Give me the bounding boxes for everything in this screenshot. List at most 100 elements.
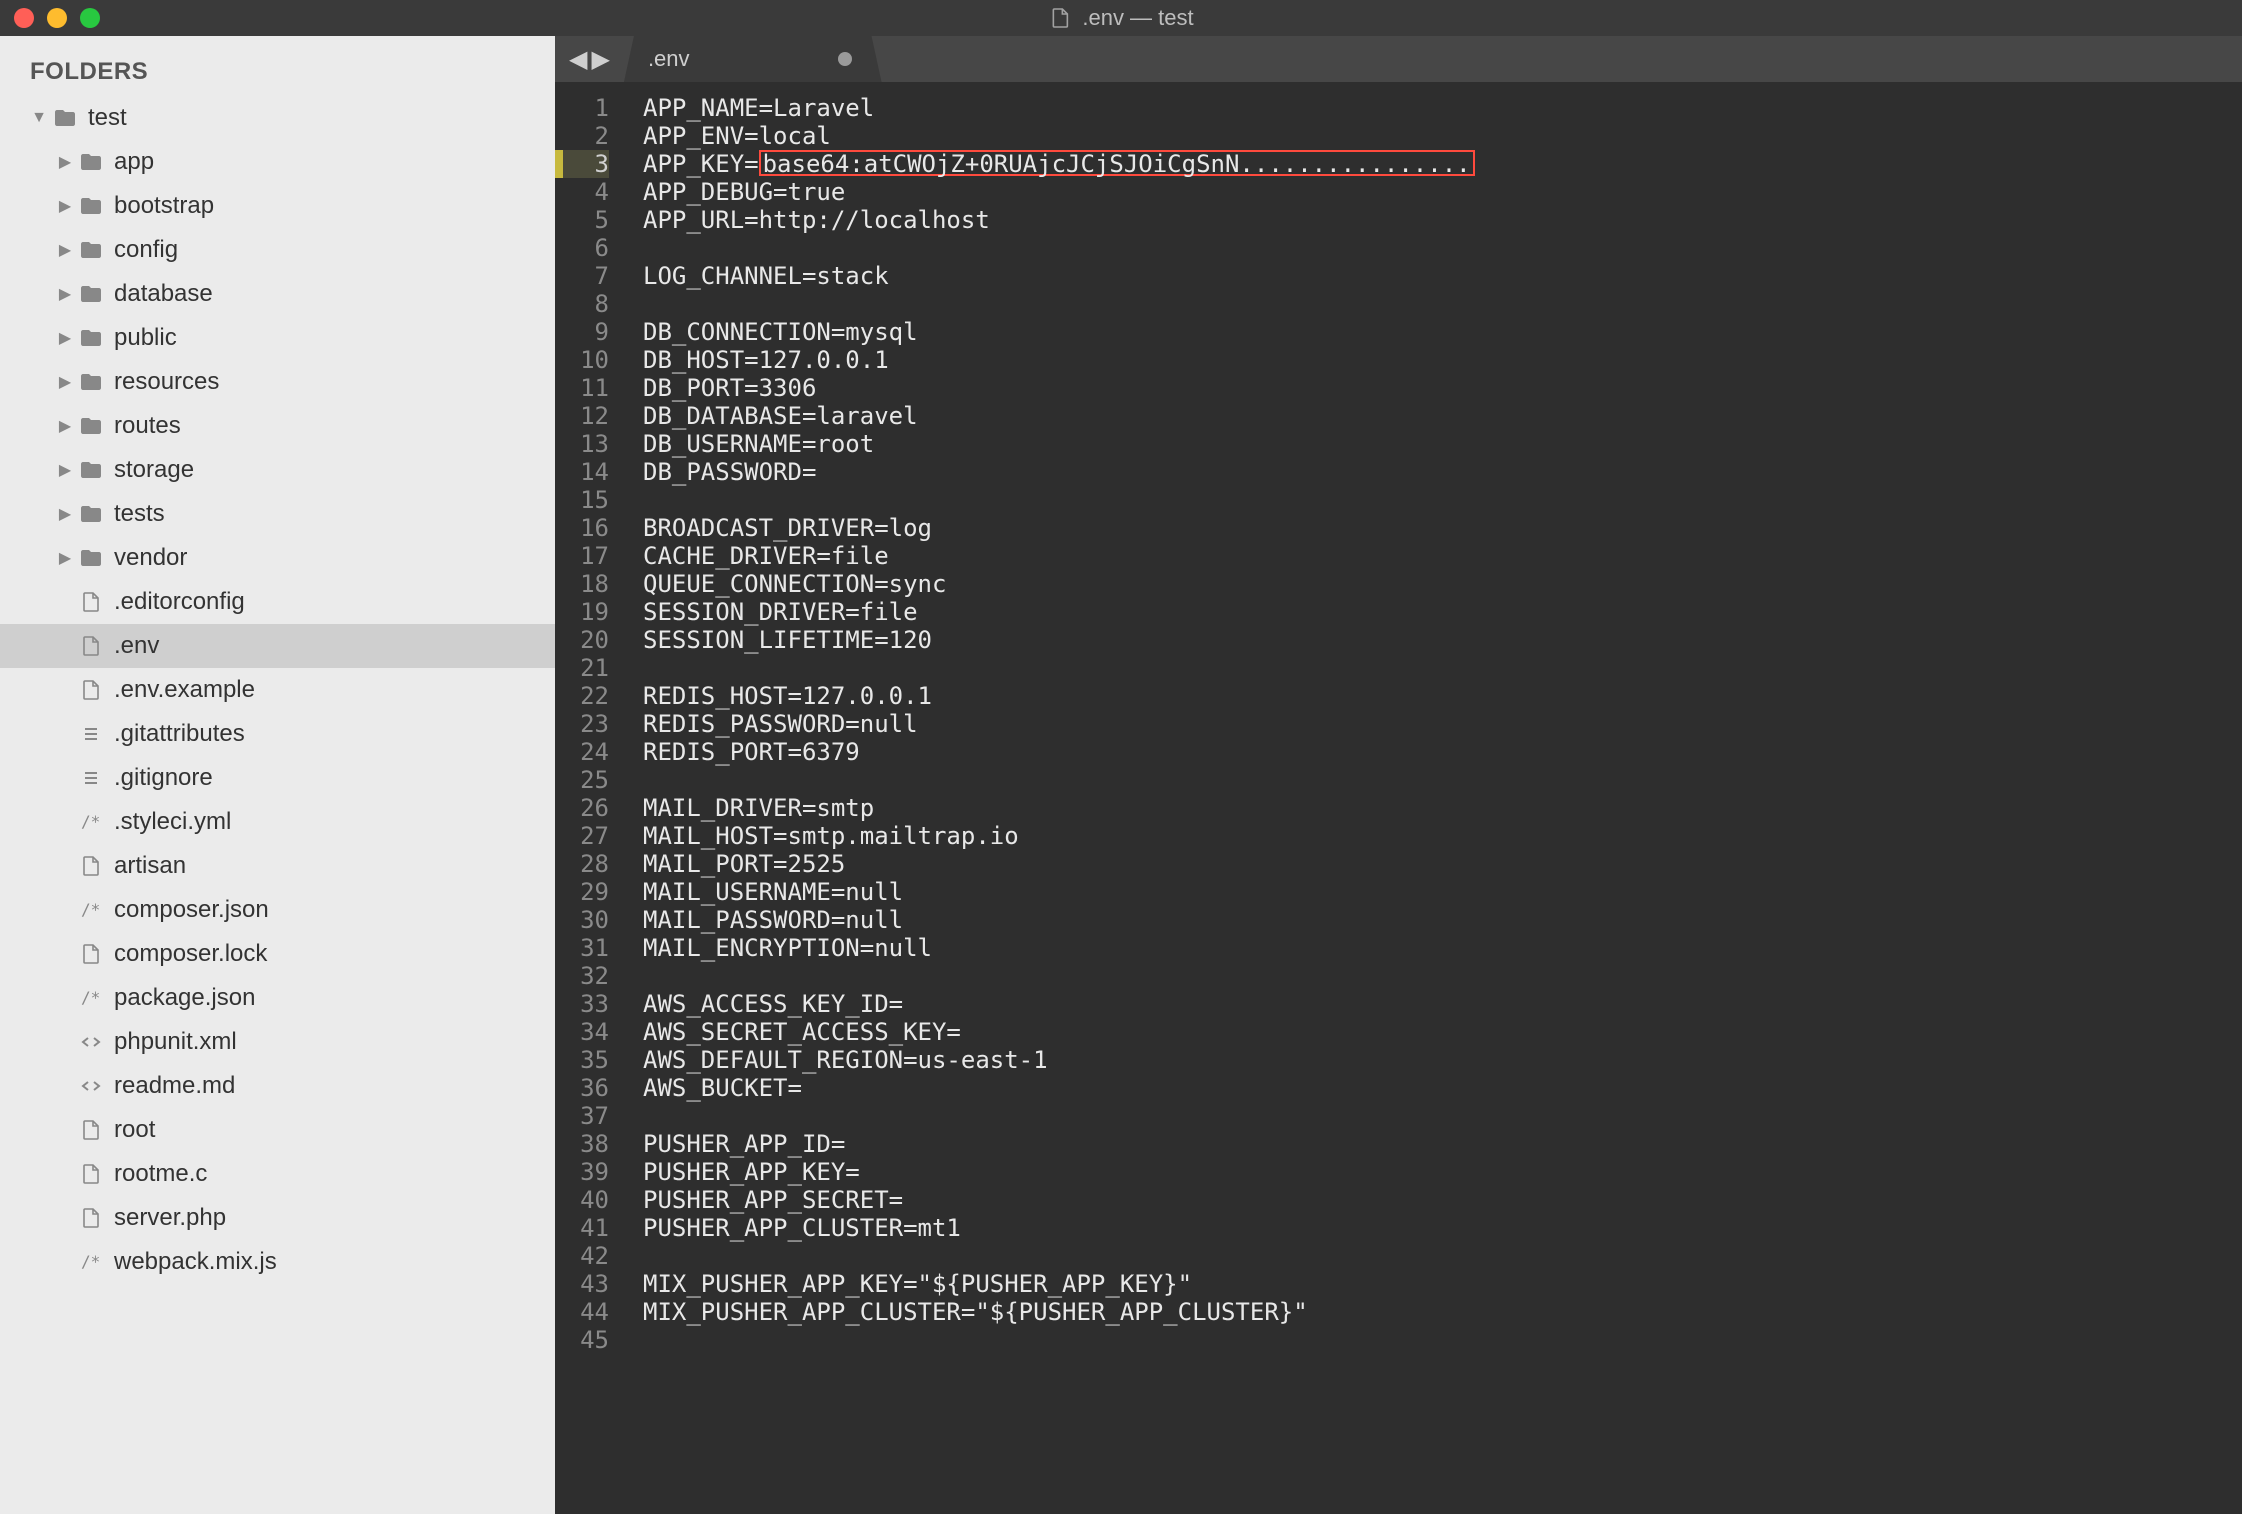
code-line[interactable]: MAIL_PORT=2525: [643, 850, 2242, 878]
code-line[interactable]: [643, 234, 2242, 262]
code-line[interactable]: DB_HOST=127.0.0.1: [643, 346, 2242, 374]
code-line[interactable]: DB_DATABASE=laravel: [643, 402, 2242, 430]
file-item--styleci-yml[interactable]: .styleci.yml: [0, 800, 555, 844]
window-minimize-button[interactable]: [47, 8, 67, 28]
code-line[interactable]: QUEUE_CONNECTION=sync: [643, 570, 2242, 598]
code-line[interactable]: [643, 1326, 2242, 1354]
titlebar: .env — test: [0, 0, 2242, 36]
code-line[interactable]: BROADCAST_DRIVER=log: [643, 514, 2242, 542]
folder-item-bootstrap[interactable]: ▶bootstrap: [0, 184, 555, 228]
code-line[interactable]: REDIS_PORT=6379: [643, 738, 2242, 766]
file-icon: [78, 590, 104, 614]
file-item-artisan[interactable]: artisan: [0, 844, 555, 888]
window-maximize-button[interactable]: [80, 8, 100, 28]
code-line[interactable]: MIX_PUSHER_APP_CLUSTER="${PUSHER_APP_CLU…: [643, 1298, 2242, 1326]
code-line[interactable]: MAIL_ENCRYPTION=null: [643, 934, 2242, 962]
folder-item-config[interactable]: ▶config: [0, 228, 555, 272]
line-number: 9: [563, 318, 609, 346]
chevron-right-icon: ▶: [56, 416, 74, 436]
file-item--gitattributes[interactable]: .gitattributes: [0, 712, 555, 756]
code-line[interactable]: APP_DEBUG=true: [643, 178, 2242, 206]
line-number: 10: [563, 346, 609, 374]
code-line[interactable]: [643, 766, 2242, 794]
code-line[interactable]: SESSION_LIFETIME=120: [643, 626, 2242, 654]
code-line[interactable]: CACHE_DRIVER=file: [643, 542, 2242, 570]
folder-item-resources[interactable]: ▶resources: [0, 360, 555, 404]
file-item-root[interactable]: root: [0, 1108, 555, 1152]
file-item-composer-json[interactable]: composer.json: [0, 888, 555, 932]
tree-item-label: .editorconfig: [114, 588, 245, 616]
code-line[interactable]: DB_PASSWORD=: [643, 458, 2242, 486]
code-line[interactable]: AWS_DEFAULT_REGION=us-east-1: [643, 1046, 2242, 1074]
line-number: 20: [563, 626, 609, 654]
code-line[interactable]: DB_CONNECTION=mysql: [643, 318, 2242, 346]
code-line[interactable]: [643, 962, 2242, 990]
code-area[interactable]: APP_NAME=LaravelAPP_ENV=localAPP_KEY=bas…: [621, 82, 2242, 1514]
code-line[interactable]: MIX_PUSHER_APP_KEY="${PUSHER_APP_KEY}": [643, 1270, 2242, 1298]
file-item--gitignore[interactable]: .gitignore: [0, 756, 555, 800]
code-icon: [78, 1030, 104, 1054]
code-line[interactable]: AWS_ACCESS_KEY_ID=: [643, 990, 2242, 1018]
folder-item-app[interactable]: ▶app: [0, 140, 555, 184]
file-item-composer-lock[interactable]: composer.lock: [0, 932, 555, 976]
code-line[interactable]: MAIL_PASSWORD=null: [643, 906, 2242, 934]
code-line[interactable]: MAIL_HOST=smtp.mailtrap.io: [643, 822, 2242, 850]
file-item--env[interactable]: .env: [0, 624, 555, 668]
code-line[interactable]: APP_KEY=base64:atCWOjZ+0RUAjcJCjSJOiCgSn…: [643, 150, 2242, 178]
code-line[interactable]: MAIL_USERNAME=null: [643, 878, 2242, 906]
code-line[interactable]: AWS_BUCKET=: [643, 1074, 2242, 1102]
file-item-readme-md[interactable]: readme.md: [0, 1064, 555, 1108]
line-number: 35: [563, 1046, 609, 1074]
folder-icon: [78, 194, 104, 218]
tree-item-label: webpack.mix.js: [114, 1248, 277, 1276]
line-number: 5: [563, 206, 609, 234]
folder-item-database[interactable]: ▶database: [0, 272, 555, 316]
chevron-right-icon: ▶: [56, 460, 74, 480]
code-line[interactable]: PUSHER_APP_ID=: [643, 1130, 2242, 1158]
code-line[interactable]: APP_NAME=Laravel: [643, 94, 2242, 122]
code-line[interactable]: APP_URL=http://localhost: [643, 206, 2242, 234]
folder-item-vendor[interactable]: ▶vendor: [0, 536, 555, 580]
file-item-package-json[interactable]: package.json: [0, 976, 555, 1020]
code-line[interactable]: [643, 290, 2242, 318]
file-item-webpack-mix-js[interactable]: webpack.mix.js: [0, 1240, 555, 1284]
folder-item-routes[interactable]: ▶routes: [0, 404, 555, 448]
tree-item-label: public: [114, 324, 177, 352]
folder-icon: [78, 370, 104, 394]
code-line[interactable]: MAIL_DRIVER=smtp: [643, 794, 2242, 822]
folder-item-tests[interactable]: ▶tests: [0, 492, 555, 536]
code-line[interactable]: SESSION_DRIVER=file: [643, 598, 2242, 626]
code-line[interactable]: [643, 654, 2242, 682]
code-line[interactable]: [643, 1102, 2242, 1130]
folder-item-storage[interactable]: ▶storage: [0, 448, 555, 492]
nav-next-icon[interactable]: ▶: [591, 45, 609, 74]
file-icon: [78, 942, 104, 966]
line-number: 37: [563, 1102, 609, 1130]
folder-item-public[interactable]: ▶public: [0, 316, 555, 360]
tabbar: ◀ ▶ .env: [555, 36, 2242, 82]
code-line[interactable]: AWS_SECRET_ACCESS_KEY=: [643, 1018, 2242, 1046]
code-line[interactable]: PUSHER_APP_SECRET=: [643, 1186, 2242, 1214]
nav-prev-icon[interactable]: ◀: [569, 45, 587, 74]
file-item--env-example[interactable]: .env.example: [0, 668, 555, 712]
folder-item-test[interactable]: ▼test: [0, 96, 555, 140]
line-number: 1: [563, 94, 609, 122]
code-line[interactable]: DB_PORT=3306: [643, 374, 2242, 402]
comment-icon: [78, 810, 104, 834]
code-line[interactable]: [643, 486, 2242, 514]
code-line[interactable]: PUSHER_APP_CLUSTER=mt1: [643, 1214, 2242, 1242]
code-line[interactable]: APP_ENV=local: [643, 122, 2242, 150]
file-item--editorconfig[interactable]: .editorconfig: [0, 580, 555, 624]
file-item-phpunit-xml[interactable]: phpunit.xml: [0, 1020, 555, 1064]
editor-body[interactable]: 1234567891011121314151617181920212223242…: [555, 82, 2242, 1514]
window-close-button[interactable]: [14, 8, 34, 28]
file-item-rootme-c[interactable]: rootme.c: [0, 1152, 555, 1196]
code-line[interactable]: [643, 1242, 2242, 1270]
tab-env[interactable]: .env: [624, 36, 882, 82]
code-line[interactable]: REDIS_PASSWORD=null: [643, 710, 2242, 738]
code-line[interactable]: DB_USERNAME=root: [643, 430, 2242, 458]
code-line[interactable]: LOG_CHANNEL=stack: [643, 262, 2242, 290]
code-line[interactable]: REDIS_HOST=127.0.0.1: [643, 682, 2242, 710]
code-line[interactable]: PUSHER_APP_KEY=: [643, 1158, 2242, 1186]
file-item-server-php[interactable]: server.php: [0, 1196, 555, 1240]
